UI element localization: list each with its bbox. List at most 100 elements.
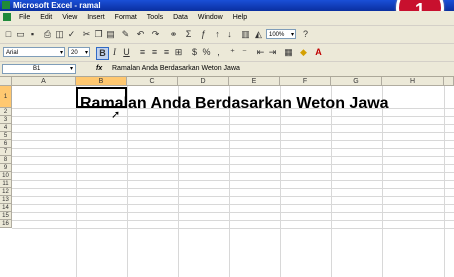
worksheet-grid[interactable]: A B C D E F G H 1 2 3 4 5 6 7 8 9 10 11 … bbox=[0, 77, 454, 277]
formula-input[interactable]: Ramalan Anda Berdasarkan Weton Jawa bbox=[112, 62, 240, 76]
chevron-down-icon[interactable]: ▾ bbox=[70, 62, 73, 76]
gridline bbox=[12, 116, 454, 117]
column-header-g[interactable]: G bbox=[331, 77, 382, 86]
column-header-h[interactable]: H bbox=[382, 77, 444, 86]
comma-icon[interactable]: , bbox=[213, 47, 224, 58]
increase-decimal-icon[interactable]: ⁺ bbox=[227, 47, 238, 58]
gridline bbox=[12, 220, 454, 221]
underline-button[interactable]: U bbox=[121, 47, 132, 58]
row-header-6[interactable]: 6 bbox=[0, 140, 12, 148]
font-name-select[interactable]: Arial ▾ bbox=[3, 47, 65, 57]
redo-icon[interactable]: ↷ bbox=[150, 29, 161, 40]
decrease-decimal-icon[interactable]: ⁻ bbox=[239, 47, 250, 58]
insert-function-icon[interactable]: fx bbox=[96, 62, 102, 76]
sort-ascending-icon[interactable]: ↑ bbox=[212, 29, 223, 40]
row-header-8[interactable]: 8 bbox=[0, 156, 12, 164]
align-center-icon[interactable]: ≡ bbox=[149, 47, 160, 58]
formula-bar: B1 ▾ fx Ramalan Anda Berdasarkan Weton J… bbox=[0, 62, 454, 77]
row-header-12[interactable]: 12 bbox=[0, 188, 12, 196]
mouse-cursor-icon: ➚ bbox=[111, 109, 121, 121]
row-header-4[interactable]: 4 bbox=[0, 124, 12, 132]
zoom-select[interactable]: 100% ▾ bbox=[266, 29, 296, 39]
row-header-5[interactable]: 5 bbox=[0, 132, 12, 140]
cut-icon[interactable]: ✂ bbox=[81, 29, 92, 40]
menu-tools[interactable]: Tools bbox=[143, 11, 167, 25]
print-icon[interactable]: ⎙ bbox=[42, 29, 53, 40]
name-box[interactable]: B1 bbox=[2, 64, 76, 74]
merge-center-icon[interactable]: ⊞ bbox=[173, 47, 184, 58]
gridline bbox=[12, 164, 454, 165]
workbook-icon[interactable] bbox=[3, 13, 11, 22]
font-size-select[interactable]: 20 ▾ bbox=[68, 47, 90, 57]
menu-view[interactable]: View bbox=[58, 11, 81, 25]
gridline bbox=[12, 124, 454, 125]
save-icon[interactable]: ▪ bbox=[27, 29, 38, 40]
copy-icon[interactable]: ❐ bbox=[93, 29, 104, 40]
column-header-f[interactable]: F bbox=[280, 77, 331, 86]
font-color-icon[interactable]: A bbox=[313, 47, 324, 58]
increase-indent-icon[interactable]: ⇥ bbox=[267, 47, 278, 58]
column-header-e[interactable]: E bbox=[229, 77, 280, 86]
autosum-icon[interactable]: Σ bbox=[183, 29, 194, 40]
row-header-10[interactable]: 10 bbox=[0, 172, 12, 180]
gridline bbox=[382, 86, 383, 277]
menu-help[interactable]: Help bbox=[229, 11, 251, 25]
gridline bbox=[331, 86, 332, 277]
percent-icon[interactable]: % bbox=[201, 47, 212, 58]
gridline bbox=[12, 172, 454, 173]
row-header-13[interactable]: 13 bbox=[0, 196, 12, 204]
menu-file[interactable]: File bbox=[15, 11, 34, 25]
currency-icon[interactable]: $ bbox=[189, 47, 200, 58]
gridline bbox=[12, 204, 454, 205]
function-icon[interactable]: ƒ bbox=[198, 29, 209, 40]
format-painter-icon[interactable]: ✎ bbox=[120, 29, 131, 40]
undo-icon[interactable]: ↶ bbox=[135, 29, 146, 40]
italic-button[interactable]: I bbox=[109, 47, 120, 58]
spelling-icon[interactable]: ✓ bbox=[66, 29, 77, 40]
decrease-indent-icon[interactable]: ⇤ bbox=[255, 47, 266, 58]
row-header-9[interactable]: 9 bbox=[0, 164, 12, 172]
gridline bbox=[12, 228, 454, 229]
borders-icon[interactable]: ▦ bbox=[283, 47, 294, 58]
menu-bar: File Edit View Insert Format Tools Data … bbox=[0, 11, 454, 26]
paste-icon[interactable]: ▤ bbox=[105, 29, 116, 40]
gridline bbox=[12, 132, 454, 133]
new-icon[interactable]: □ bbox=[3, 29, 14, 40]
row-header-2[interactable]: 2 bbox=[0, 108, 12, 116]
chevron-down-icon: ▾ bbox=[290, 32, 294, 38]
row-header-11[interactable]: 11 bbox=[0, 180, 12, 188]
align-right-icon[interactable]: ≡ bbox=[161, 47, 172, 58]
sort-descending-icon[interactable]: ↓ bbox=[224, 29, 235, 40]
menu-format[interactable]: Format bbox=[111, 11, 141, 25]
row-header-14[interactable]: 14 bbox=[0, 204, 12, 212]
bold-button[interactable]: B bbox=[96, 47, 109, 60]
menu-edit[interactable]: Edit bbox=[36, 11, 56, 25]
hyperlink-icon[interactable]: ⚭ bbox=[168, 29, 179, 40]
column-header-d[interactable]: D bbox=[178, 77, 229, 86]
gridline bbox=[229, 86, 230, 277]
fill-color-icon[interactable]: ◆ bbox=[298, 47, 309, 58]
row-header-15[interactable]: 15 bbox=[0, 212, 12, 220]
gridline bbox=[76, 86, 77, 277]
gridline bbox=[127, 86, 128, 277]
menu-window[interactable]: Window bbox=[194, 11, 227, 25]
gridline bbox=[12, 196, 454, 197]
title-bar: Microsoft Excel - ramal bbox=[0, 0, 454, 11]
menu-insert[interactable]: Insert bbox=[83, 11, 109, 25]
select-all-corner[interactable] bbox=[0, 77, 12, 86]
row-header-7[interactable]: 7 bbox=[0, 148, 12, 156]
row-header-1[interactable]: 1 bbox=[0, 86, 12, 108]
row-header-16[interactable]: 16 bbox=[0, 220, 12, 228]
column-header-a[interactable]: A bbox=[12, 77, 76, 86]
column-header-b[interactable]: B bbox=[76, 77, 127, 86]
drawing-icon[interactable]: ◭ bbox=[253, 29, 264, 40]
row-header-3[interactable]: 3 bbox=[0, 116, 12, 124]
chart-wizard-icon[interactable]: ▥ bbox=[240, 29, 251, 40]
menu-data[interactable]: Data bbox=[169, 11, 192, 25]
column-header-c[interactable]: C bbox=[127, 77, 178, 86]
open-icon[interactable]: ▭ bbox=[15, 29, 26, 40]
print-preview-icon[interactable]: ◫ bbox=[54, 29, 65, 40]
gridline bbox=[444, 86, 445, 277]
help-icon[interactable]: ? bbox=[300, 29, 311, 40]
align-left-icon[interactable]: ≡ bbox=[137, 47, 148, 58]
